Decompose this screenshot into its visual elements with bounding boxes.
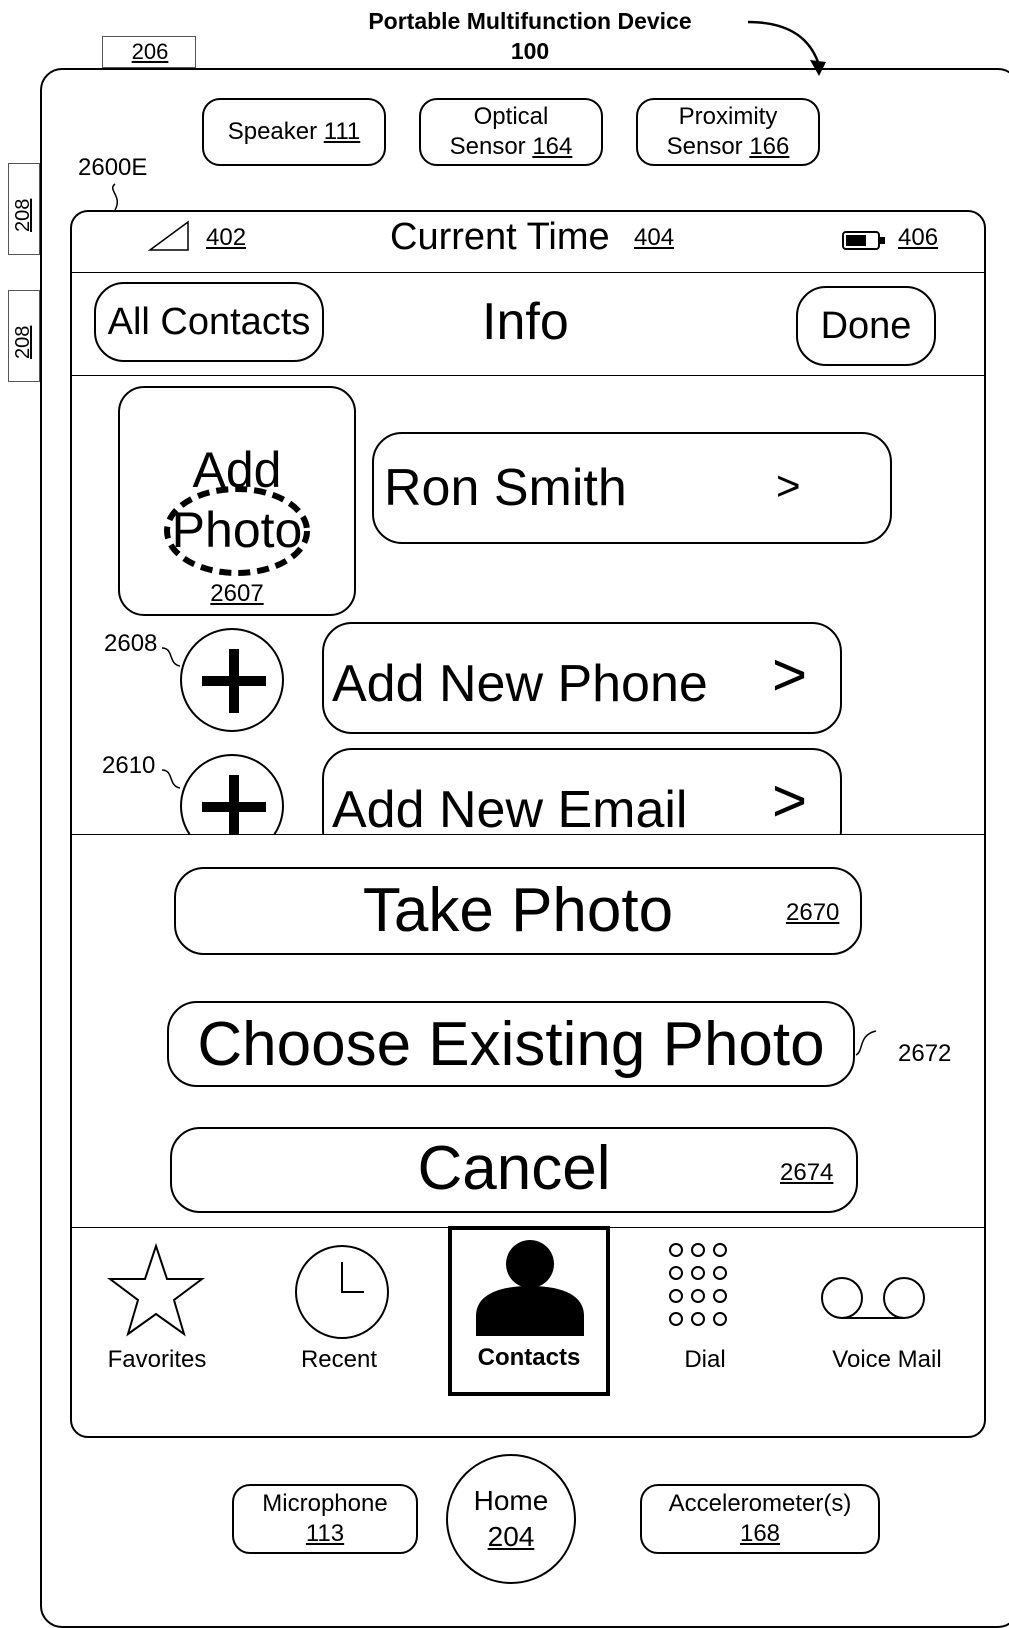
add-email-ref-leader — [161, 769, 181, 789]
tab-contacts[interactable]: Contacts — [448, 1226, 610, 1396]
optical-sensor-ref: 164 — [532, 133, 573, 160]
tab-favorites[interactable]: Favorites — [72, 1228, 250, 1398]
accelerometer-box: Accelerometer(s) 168 — [640, 1484, 880, 1554]
proximity-sensor-label: Proximity — [678, 103, 778, 130]
take-photo-ref: 2670 — [786, 899, 840, 926]
microphone-box: Microphone 113 — [232, 1484, 418, 1554]
cancel-button[interactable]: Cancel 2674 — [170, 1127, 858, 1213]
tab-recent-label: Recent — [300, 1346, 378, 1373]
done-button[interactable]: Done — [796, 286, 936, 366]
microphone-label: Microphone — [262, 1490, 388, 1517]
star-icon — [107, 1242, 205, 1337]
all-contacts-button[interactable]: All Contacts — [94, 282, 324, 362]
person-icon — [476, 1240, 584, 1336]
screen: 402 Current Time 404 406 All Contacts In… — [70, 210, 986, 1438]
add-email-ref: 2610 — [102, 752, 156, 779]
voicemail-icon — [821, 1277, 925, 1319]
clock-icon — [295, 1245, 389, 1339]
tab-bar: Favorites Recent Contacts Dial Voice Mai… — [72, 1226, 984, 1436]
speaker-box: Speaker 111 — [202, 98, 386, 166]
keypad-icon — [669, 1243, 727, 1326]
home-ref: 204 — [487, 1521, 535, 1552]
add-phone-ref: 2608 — [104, 630, 158, 657]
device-title-text: Portable Multifunction Device — [368, 8, 692, 34]
contact-name: Ron Smith — [384, 459, 627, 517]
chevron-right-icon: > — [772, 767, 808, 834]
figure-ref: 2600E — [78, 154, 148, 181]
choose-existing-photo-button[interactable]: Choose Existing Photo — [167, 1001, 855, 1087]
signal-icon — [148, 220, 189, 251]
device-title: Portable Multifunction Device 100 — [300, 6, 760, 66]
add-photo-label-line1: Add — [192, 442, 282, 498]
chevron-right-icon: > — [772, 641, 808, 708]
nav-title: Info — [482, 293, 569, 351]
optical-sensor-label: Optical — [473, 103, 549, 130]
battery-icon — [842, 231, 885, 250]
add-phone-plus-button[interactable] — [180, 628, 284, 732]
done-label: Done — [820, 304, 912, 347]
current-time: Current Time — [390, 216, 610, 258]
add-photo-label: Add Photo — [120, 440, 354, 560]
add-new-phone-row[interactable]: Add New Phone > — [322, 622, 842, 734]
volume-button-up-ref: 208 — [12, 198, 34, 232]
speaker-label: Speaker — [227, 118, 318, 145]
home-label: Home — [473, 1485, 549, 1516]
tab-favorites-label: Favorites — [107, 1346, 207, 1373]
optical-sensor-label2: Sensor — [449, 133, 526, 160]
signal-ref: 402 — [206, 224, 247, 251]
proximity-sensor-box: Proximity Sensor 166 — [636, 98, 820, 166]
tab-voicemail-label: Voice Mail — [832, 1346, 942, 1373]
accelerometer-ref: 168 — [739, 1520, 781, 1547]
choose-existing-photo-label: Choose Existing Photo — [197, 1010, 825, 1079]
cancel-label: Cancel — [417, 1134, 611, 1203]
cancel-ref: 2674 — [780, 1159, 834, 1186]
battery-ref: 406 — [898, 224, 939, 251]
take-photo-button[interactable]: Take Photo 2670 — [174, 867, 862, 955]
all-contacts-label: All Contacts — [107, 300, 311, 343]
top-button-ref: 206 — [131, 39, 169, 64]
choose-photo-ref-leader — [855, 1030, 877, 1056]
choose-photo-ref: 2672 — [898, 1040, 952, 1067]
tab-dial-label: Dial — [684, 1346, 726, 1373]
add-photo-ref: 2607 — [210, 580, 264, 607]
add-photo-button[interactable]: Add Photo 2607 — [118, 386, 356, 616]
contact-name-row[interactable]: Ron Smith > — [372, 432, 892, 544]
figure-ref-leader — [112, 183, 118, 211]
accelerometer-label: Accelerometer(s) — [668, 1490, 852, 1517]
add-new-email-label: Add New Email — [332, 781, 688, 839]
proximity-sensor-ref: 166 — [749, 133, 790, 160]
tab-contacts-label: Contacts — [477, 1344, 581, 1371]
take-photo-label: Take Photo — [362, 876, 674, 945]
microphone-ref: 113 — [305, 1520, 345, 1547]
speaker-ref: 111 — [323, 118, 361, 145]
device-ref: 100 — [510, 38, 550, 64]
tab-dial[interactable]: Dial — [620, 1228, 790, 1398]
chevron-right-icon: > — [776, 462, 801, 509]
proximity-sensor-label2: Sensor — [666, 133, 743, 160]
action-sheet: Take Photo 2670 Choose Existing Photo Ca… — [72, 834, 984, 1228]
add-photo-label-line2: Photo — [171, 502, 303, 558]
tab-voicemail[interactable]: Voice Mail — [788, 1228, 984, 1398]
add-new-phone-label: Add New Phone — [332, 655, 708, 713]
time-ref: 404 — [634, 224, 675, 251]
home-button[interactable]: Home 204 — [446, 1454, 576, 1584]
tab-recent[interactable]: Recent — [254, 1228, 432, 1398]
top-button[interactable]: 206 — [102, 36, 196, 68]
optical-sensor-box: Optical Sensor 164 — [419, 98, 603, 166]
volume-button-down-ref: 208 — [12, 325, 34, 359]
